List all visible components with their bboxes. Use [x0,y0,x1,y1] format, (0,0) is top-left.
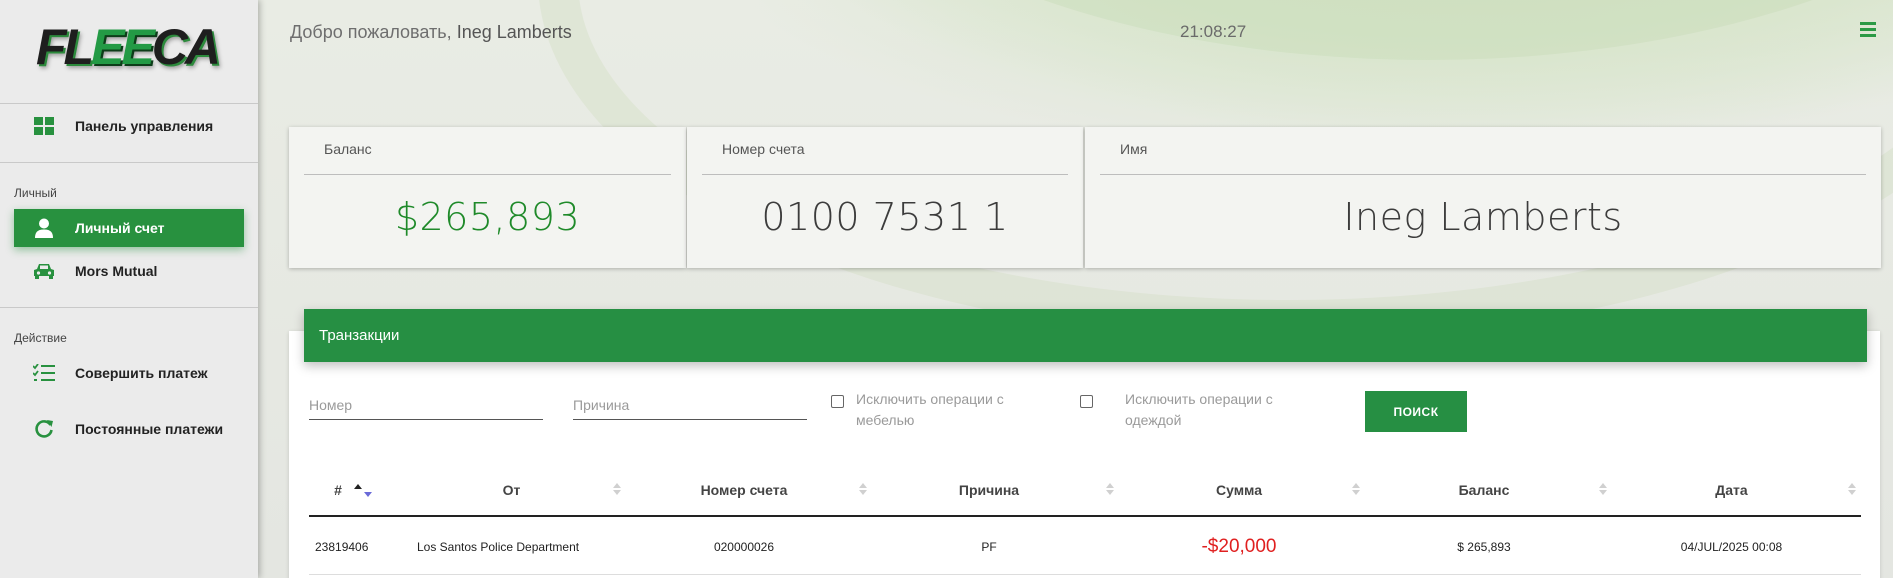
sidebar-item-label: Совершить платеж [75,365,208,381]
sidebar-item-label: Mors Mutual [75,263,158,279]
sidebar-item-mors-mutual[interactable]: Mors Mutual [14,252,244,290]
section-label-action: Действие [14,331,67,345]
exclude-furniture-checkbox[interactable] [831,395,844,408]
sort-icon[interactable] [1848,483,1856,497]
sidebar-item-label: Постоянные платежи [75,421,224,437]
sidebar-item-dashboard[interactable]: Панель управления [14,107,244,145]
column-header-reason[interactable]: Причина [869,462,1109,517]
fleeca-logo: FLEECA [36,16,226,78]
label-line: мебелью [856,412,915,428]
logo-wordmark: FLEECA [36,19,221,75]
dashboard-grid-icon [33,115,55,137]
balance-value: $265,893 [394,195,581,239]
balance-card: Баланс $265,893 [289,127,686,268]
divider [0,162,258,163]
reason-filter-input[interactable] [573,390,807,420]
exclude-clothing-label: Исключить операции с одеждой [1125,389,1273,431]
column-label: Дата [1715,481,1748,498]
user-icon [33,217,55,239]
cell-date: 04/JUL/2025 00:08 [1680,540,1783,554]
column-label: Номер счета [700,481,788,498]
divider [0,307,258,308]
column-label: Баланс [1458,481,1510,498]
sidebar-item-label: Личный счет [75,220,165,236]
divider [702,174,1068,175]
account-number-value: 0100 7531 1 [761,195,1009,239]
section-label-personal: Личный [14,186,57,200]
divider [0,103,258,104]
cell-id: 23819406 [315,540,369,554]
cell-reason: PF [981,540,997,554]
sidebar-item-recurring-payments[interactable]: Постоянные платежи [14,410,244,448]
divider [304,174,671,175]
search-button[interactable]: ПОИСК [1365,391,1467,432]
column-header-account[interactable]: Номер счета [624,462,864,517]
divider [1100,174,1866,175]
sort-icon[interactable] [613,483,621,497]
column-header-date[interactable]: Дата [1609,462,1854,517]
cell-amount: -$20,000 [1201,536,1277,557]
refresh-icon [33,418,55,440]
sidebar-item-make-payment[interactable]: Совершить платеж [14,354,244,392]
account-number-card: Номер счета 0100 7531 1 [687,127,1083,268]
label-line: Исключить операции с [1125,391,1273,407]
cell-from: Los Santos Police Department [417,540,580,554]
card-title: Имя [1120,141,1148,157]
card-title: Номер счета [722,141,805,157]
name-card: Имя Ineg Lamberts [1085,127,1881,268]
car-icon [33,260,55,282]
number-filter-input[interactable] [309,390,543,420]
sort-icon[interactable] [859,483,867,497]
column-header-balance[interactable]: Баланс [1364,462,1604,517]
exclude-clothing-checkbox[interactable] [1080,395,1093,408]
sidebar: FLEECA Панель управления Личный Личный с… [0,0,258,578]
column-header-amount[interactable]: Сумма [1119,462,1359,517]
label-line: Исключить операции с [856,391,1004,407]
clock: 21:08:27 [1180,22,1247,41]
cell-balance: $ 265,893 [1457,540,1511,554]
sidebar-item-label: Панель управления [75,118,214,134]
card-title: Баланс [324,141,372,157]
welcome-message: Добро пожаловать, Ineg Lamberts [290,22,572,43]
column-label: Сумма [1215,481,1263,498]
sidebar-item-personal-account[interactable]: Личный счет [14,209,244,247]
sort-icon[interactable] [1106,483,1114,497]
sort-asc-active-icon[interactable] [354,484,376,503]
column-header-from[interactable]: От [404,462,619,517]
column-header-id[interactable]: # [323,462,353,517]
table-header: # От Номер счета Причина Сумма Баланс Да… [309,462,1861,517]
welcome-prefix: Добро пожаловать, [290,22,452,42]
column-label: # [334,481,342,498]
table-row[interactable]: 23819406 Los Santos Police Department 02… [309,519,1861,575]
label-line: одеждой [1125,412,1182,428]
column-label: Причина [958,481,1020,498]
menu-icon[interactable] [1860,22,1876,38]
sort-icon[interactable] [1352,483,1360,497]
sort-icon[interactable] [1599,483,1607,497]
transactions-header: Транзакции [304,309,1867,362]
welcome-user-name: Ineg Lamberts [456,22,572,42]
checklist-icon [33,362,55,384]
holder-name-value: Ineg Lamberts [1343,195,1623,239]
exclude-furniture-label: Исключить операции с мебелью [856,389,1004,431]
cell-account: 020000026 [713,540,775,554]
column-label: От [502,481,521,498]
